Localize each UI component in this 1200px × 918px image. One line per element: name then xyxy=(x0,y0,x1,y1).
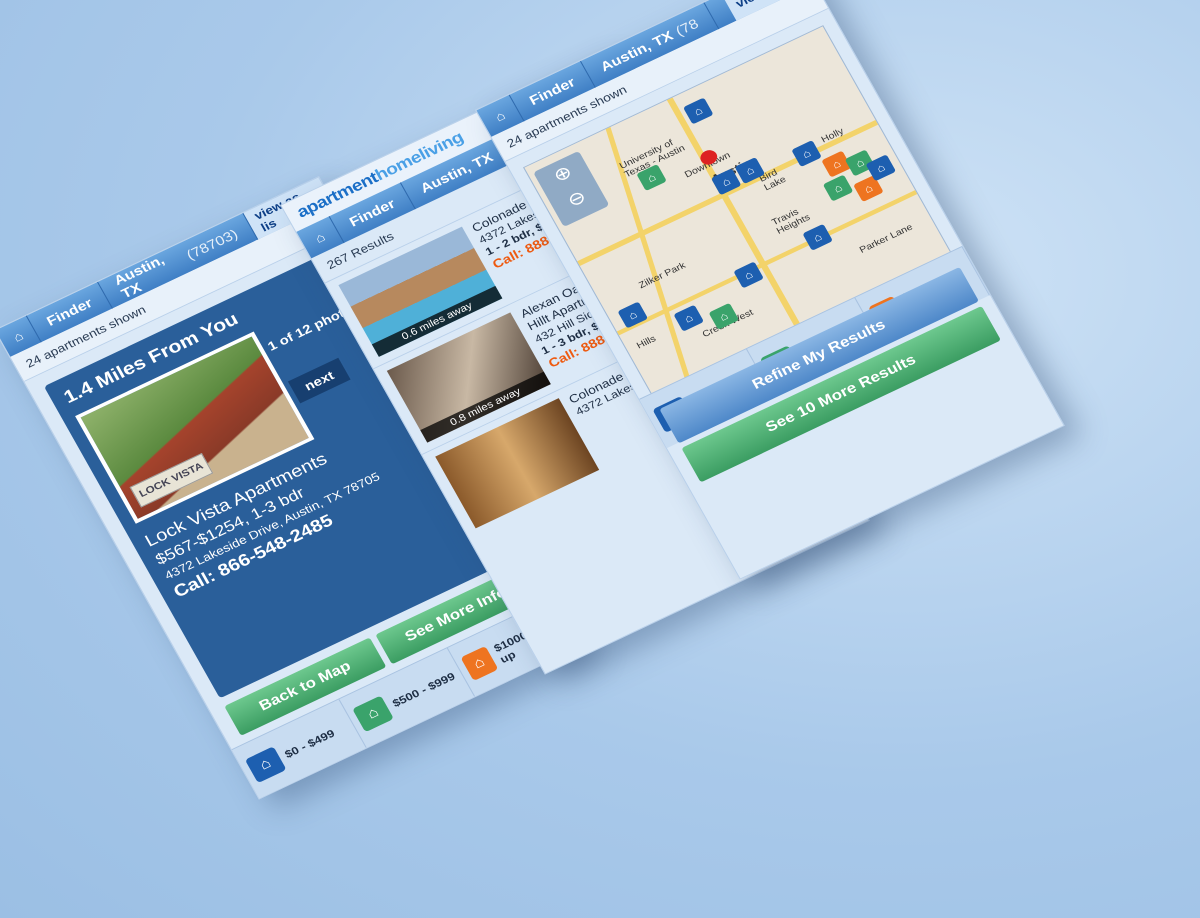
house-pin-icon: ⌂ xyxy=(460,645,499,682)
crumb-zip: (78 xyxy=(672,15,702,39)
map-label: Zilker Park xyxy=(637,260,688,291)
house-pin-icon[interactable]: ⌂ xyxy=(682,97,714,125)
home-icon: ⌂ xyxy=(10,328,26,345)
house-pin-icon[interactable]: ⌂ xyxy=(802,223,833,251)
house-pin-icon: ⌂ xyxy=(244,746,287,784)
next-photo-button[interactable]: next xyxy=(287,357,351,404)
map-label: Bird Lake xyxy=(757,167,788,193)
map-label: Parker Lane xyxy=(857,222,915,256)
house-pin-icon[interactable]: ⌂ xyxy=(822,174,854,202)
mockup-scene: ⌂ Finder Austin, TX (78703) view as lis 2… xyxy=(0,0,1200,918)
home-icon: ⌂ xyxy=(312,229,328,246)
house-pin-icon: ⌂ xyxy=(352,695,395,733)
map-label: Hills xyxy=(635,334,658,352)
price-low-label: $0 - $499 xyxy=(282,726,337,761)
house-pin-icon[interactable]: ⌂ xyxy=(673,304,705,332)
photo-sign: LOCK VISTA xyxy=(129,453,214,508)
house-pin-icon[interactable]: ⌂ xyxy=(617,301,649,329)
price-mid-label: $500 - $999 xyxy=(390,669,458,710)
home-icon: ⌂ xyxy=(492,107,508,125)
